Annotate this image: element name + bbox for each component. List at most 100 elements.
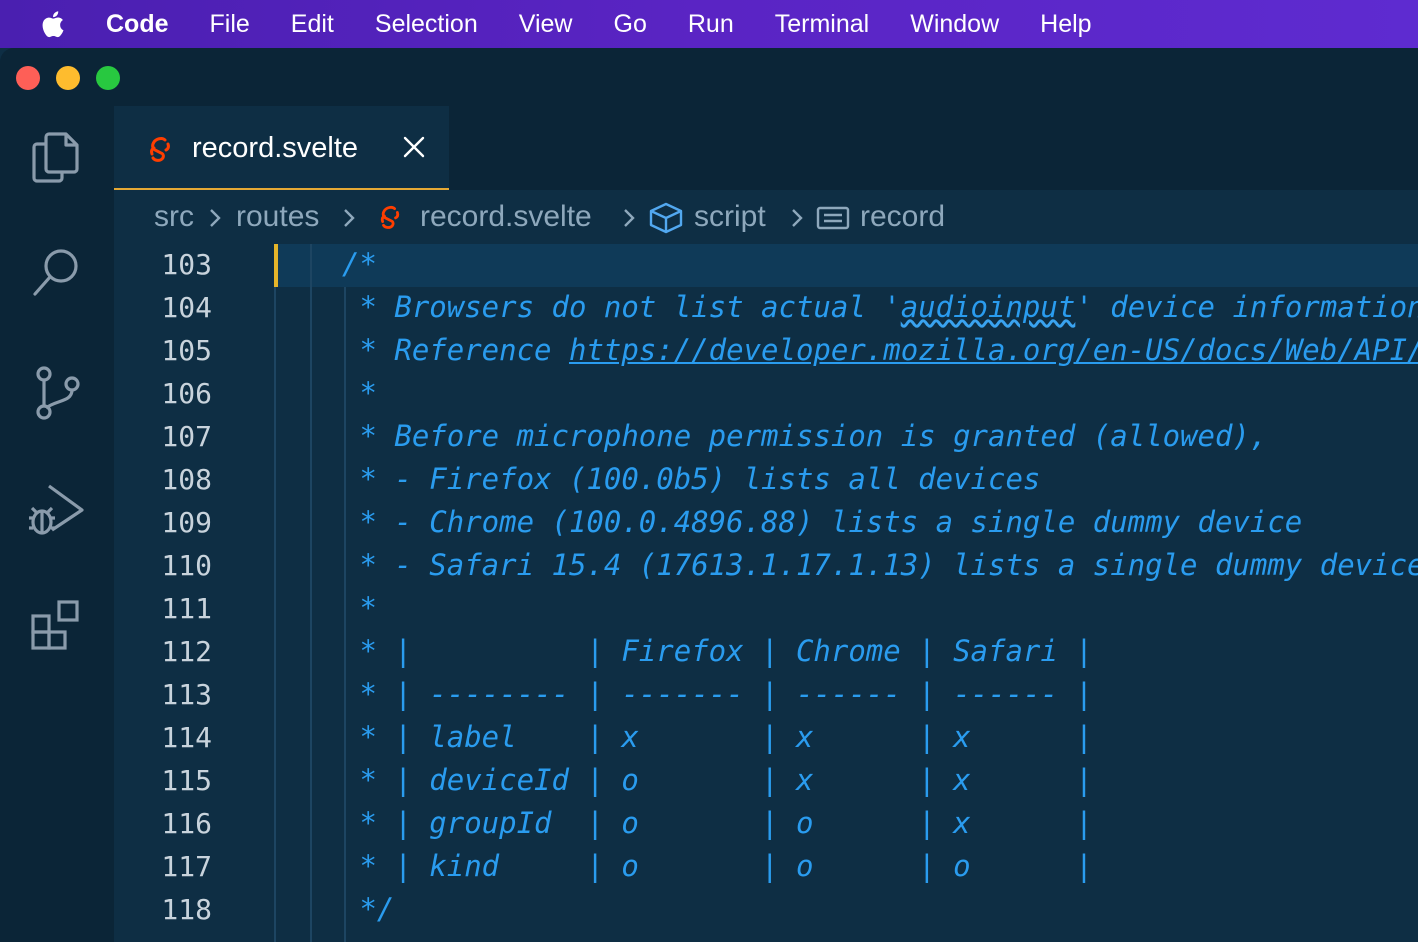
field-icon [816,206,850,230]
code-line[interactable]: * Browsers do not list actual 'audioinpu… [342,290,1418,324]
window-zoom-button[interactable] [96,66,120,90]
line-number: 104 [161,291,212,324]
line-number: 113 [161,678,212,711]
menu-view[interactable]: View [519,10,573,39]
cube-icon [649,202,683,234]
code-line[interactable]: * Before microphone permission is grante… [342,419,1267,453]
code-line[interactable]: * | | Firefox | Chrome | Safari | [342,634,1093,668]
breadcrumb-src[interactable]: src [154,200,194,234]
menu-window[interactable]: Window [910,10,999,39]
extensions-icon [31,600,79,650]
svelte-icon [150,137,170,162]
run-debug-button[interactable] [27,478,87,538]
line-number: 107 [161,420,212,453]
code-text: * | kind | o | o | o | [342,849,1093,883]
breadcrumb-record[interactable]: record [860,200,945,234]
code-line[interactable]: * | deviceId | o | x | x | [342,763,1093,797]
menu-go[interactable]: Go [614,10,647,39]
source-control-icon [36,366,80,420]
code-text: ' device information [1075,290,1418,324]
line-number: 112 [161,635,212,668]
code-text: * | groupId | o | o | x | [342,806,1093,840]
close-icon[interactable] [402,135,426,159]
code-line[interactable]: * - Firefox (100.0b5) lists all devices [342,462,1040,496]
editor-tab-strip: record.svelte [114,106,1418,190]
line-number: 108 [161,463,212,496]
code-text: * - Safari 15.4 (17613.1.17.1.13) lists … [342,548,1418,582]
code-text: * [342,591,377,625]
code-text: * Reference [342,333,569,367]
apple-icon[interactable] [38,9,66,39]
svelte-icon [380,205,400,229]
line-number: 115 [161,764,212,797]
code-line[interactable]: /* [342,247,377,281]
line-number: 105 [161,334,212,367]
line-number: 114 [161,721,212,754]
code-text: * | deviceId | o | x | x | [342,763,1093,797]
code-line[interactable]: */ [342,892,394,926]
code-line[interactable]: * | label | x | x | x | [342,720,1093,754]
search-icon [33,249,78,296]
code-text: * - Chrome (100.0.4896.88) lists a singl… [342,505,1303,539]
code-line[interactable]: * [342,376,377,410]
window-minimize-button[interactable] [56,66,80,90]
menu-edit[interactable]: Edit [291,10,334,39]
extensions-button[interactable] [27,594,87,654]
line-number: 116 [161,807,212,840]
gutter-divider [274,244,276,942]
code-text: * - Firefox (100.0b5) lists all devices [342,462,1041,496]
code-text: * | | Firefox | Chrome | Safari | [342,634,1093,668]
line-number: 109 [161,506,212,539]
tab-label: record.svelte [192,132,359,164]
chevron-right-icon [792,209,803,227]
files-icon [32,132,79,183]
code-editor[interactable]: 103 104 105 106 107 108 109 110 111 112 … [114,244,1418,942]
activity-bar [0,106,114,942]
code-line[interactable]: * | groupId | o | o | x | [342,806,1093,840]
code-text: * | label | x | x | x | [342,720,1093,754]
reference-link[interactable]: https://developer.mozilla.org/en-US/docs… [569,333,1418,367]
spelling-squiggle[interactable]: audioinput [901,290,1076,324]
menu-terminal[interactable]: Terminal [775,10,869,39]
line-number: 103 [161,248,212,281]
vscode-window: record.svelte src routes record.svelte s… [0,48,1418,942]
line-number: 106 [161,377,212,410]
chevron-right-icon [344,209,355,227]
code-line[interactable]: * - Chrome (100.0.4896.88) lists a singl… [342,505,1302,539]
breadcrumb-file[interactable]: record.svelte [420,200,592,234]
code-text: * | -------- | ------- | ------ | ------… [342,677,1093,711]
window-close-button[interactable] [16,66,40,90]
code-line[interactable]: * Reference https://developer.mozilla.or… [342,333,1418,367]
code-line[interactable]: * | -------- | ------- | ------ | ------… [342,677,1093,711]
menu-run[interactable]: Run [688,10,734,39]
code-text: * [342,376,377,410]
chevron-right-icon [624,209,635,227]
code-line[interactable]: * | kind | o | o | o | [342,849,1093,883]
chevron-right-icon [210,209,221,227]
run-debug-icon [29,484,84,535]
line-number: 117 [161,850,212,883]
breadcrumb-routes[interactable]: routes [236,200,319,234]
code-text: */ [342,892,395,926]
title-bar [0,48,1418,106]
macos-menu-bar: Code File Edit Selection View Go Run Ter… [0,0,1418,48]
line-number: 111 [161,592,212,625]
menu-selection[interactable]: Selection [375,10,478,39]
code-text: /* [342,247,377,281]
menu-file[interactable]: File [210,10,250,39]
code-line[interactable]: * [342,591,377,625]
explorer-button[interactable] [27,126,87,186]
menu-help[interactable]: Help [1040,10,1091,39]
breadcrumb-script[interactable]: script [694,200,766,234]
code-text: * Browsers do not list actual ' [342,290,901,324]
search-button[interactable] [27,242,87,302]
indent-guide [310,244,312,942]
menu-app-code[interactable]: Code [106,10,169,39]
tab-record-svelte[interactable]: record.svelte [114,106,449,190]
current-line-highlight [274,244,1418,287]
modified-line-marker [274,244,278,287]
line-number: 118 [161,893,212,926]
source-control-button[interactable] [27,362,87,422]
code-line[interactable]: * - Safari 15.4 (17613.1.17.1.13) lists … [342,548,1418,582]
code-text: * Before microphone permission is grante… [342,419,1268,453]
